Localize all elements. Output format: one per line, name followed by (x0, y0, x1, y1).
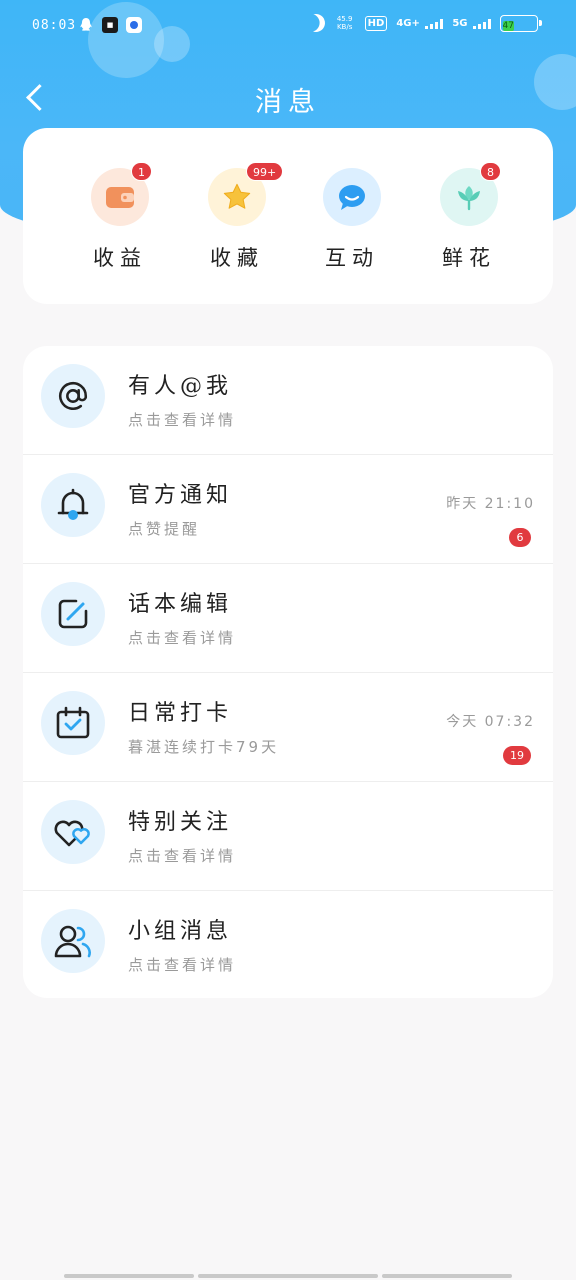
app-notification-icon: ■ (102, 17, 118, 33)
battery-level: 47 (502, 21, 514, 31)
message-item-special-follow[interactable]: 特别关注 点击查看详情 (23, 782, 553, 891)
calendar-check-icon (41, 691, 105, 755)
status-time: 08:03 (32, 18, 77, 33)
quick-action-earnings[interactable]: 1 收益 (75, 162, 165, 272)
bell-icon (41, 473, 105, 537)
browser-notification-icon (126, 17, 142, 33)
status-bar: 08:03 ■ 45.9 KB/s HD 4G+ 5G 47 (0, 0, 576, 52)
quick-action-label: 收藏 (210, 246, 264, 270)
star-icon: 99+ (208, 162, 284, 226)
message-title: 官方通知 (128, 483, 233, 508)
signal-bars-icon (473, 18, 491, 29)
sim1-network-type: 4G+ (396, 17, 420, 29)
signal-sim2: 5G (452, 18, 491, 29)
qq-penguin-icon (80, 18, 92, 31)
speed-value: 45.9 (336, 15, 353, 23)
hearts-icon (41, 800, 105, 864)
message-time: 今天 07:32 (446, 714, 535, 730)
battery-icon: 47 (500, 14, 542, 32)
at-sign-icon (41, 364, 105, 428)
message-subtitle: 点击查看详情 (128, 411, 237, 429)
message-item-daily-checkin[interactable]: 日常打卡 暮湛连续打卡79天 今天 07:32 19 (23, 673, 553, 782)
home-indicator[interactable] (198, 1274, 378, 1278)
wallet-icon: 1 (91, 162, 152, 226)
page-title: 消息 (255, 87, 321, 118)
status-right: 45.9 KB/s HD 4G+ 5G 47 (304, 11, 542, 34)
hd-voice-icon: HD (364, 15, 388, 31)
message-subtitle: 点击查看详情 (128, 629, 237, 647)
flower-icon: 8 (440, 162, 501, 226)
sim2-network-type: 5G (452, 17, 468, 29)
message-item-official-notice[interactable]: 官方通知 点赞提醒 昨天 21:10 6 (23, 455, 553, 564)
message-item-mentions[interactable]: 有人@我 点击查看详情 (23, 346, 553, 455)
quick-action-interaction[interactable]: 互动 (307, 168, 397, 272)
group-icon (41, 909, 105, 973)
chat-bubble-icon (323, 168, 381, 226)
message-subtitle: 点击查看详情 (128, 956, 237, 974)
quick-action-label: 收益 (93, 246, 147, 270)
edit-icon (41, 582, 105, 646)
message-subtitle: 点赞提醒 (128, 520, 201, 538)
signal-sim1: 4G+ (396, 17, 444, 29)
signal-bars-icon (425, 18, 444, 29)
quick-action-flowers[interactable]: 8 鲜花 (424, 162, 514, 272)
unread-badge: 19 (503, 746, 531, 765)
do-not-disturb-moon-icon (304, 11, 327, 34)
badge-count: 99+ (246, 162, 284, 181)
message-title: 小组消息 (128, 919, 233, 944)
message-time: 昨天 21:10 (446, 496, 535, 512)
quick-action-favorites[interactable]: 99+ 收藏 (192, 162, 284, 272)
message-subtitle: 暮湛连续打卡79天 (128, 738, 280, 756)
message-title: 话本编辑 (128, 592, 233, 617)
home-indicator[interactable] (382, 1274, 512, 1278)
quick-action-label: 鲜花 (442, 246, 496, 270)
network-speed: 45.9 KB/s (334, 15, 356, 31)
badge-count: 8 (480, 162, 501, 181)
unread-badge: 6 (509, 528, 531, 547)
message-title: 日常打卡 (128, 701, 233, 726)
message-title: 有人@我 (128, 374, 233, 399)
quick-action-label: 互动 (325, 246, 379, 270)
quick-actions-card: 1 收益 99+ 收藏 互动 8 鲜花 (23, 128, 553, 304)
message-subtitle: 点击查看详情 (128, 847, 237, 865)
badge-count: 1 (131, 162, 152, 181)
message-item-script-edit[interactable]: 话本编辑 点击查看详情 (23, 564, 553, 673)
message-title: 特别关注 (128, 810, 233, 835)
speed-unit: KB/s (336, 23, 353, 31)
message-list: 有人@我 点击查看详情 官方通知 点赞提醒 昨天 21:10 6 话本编辑 点击… (23, 346, 553, 998)
home-indicator[interactable] (64, 1274, 194, 1278)
message-item-group[interactable]: 小组消息 点击查看详情 (23, 891, 553, 998)
